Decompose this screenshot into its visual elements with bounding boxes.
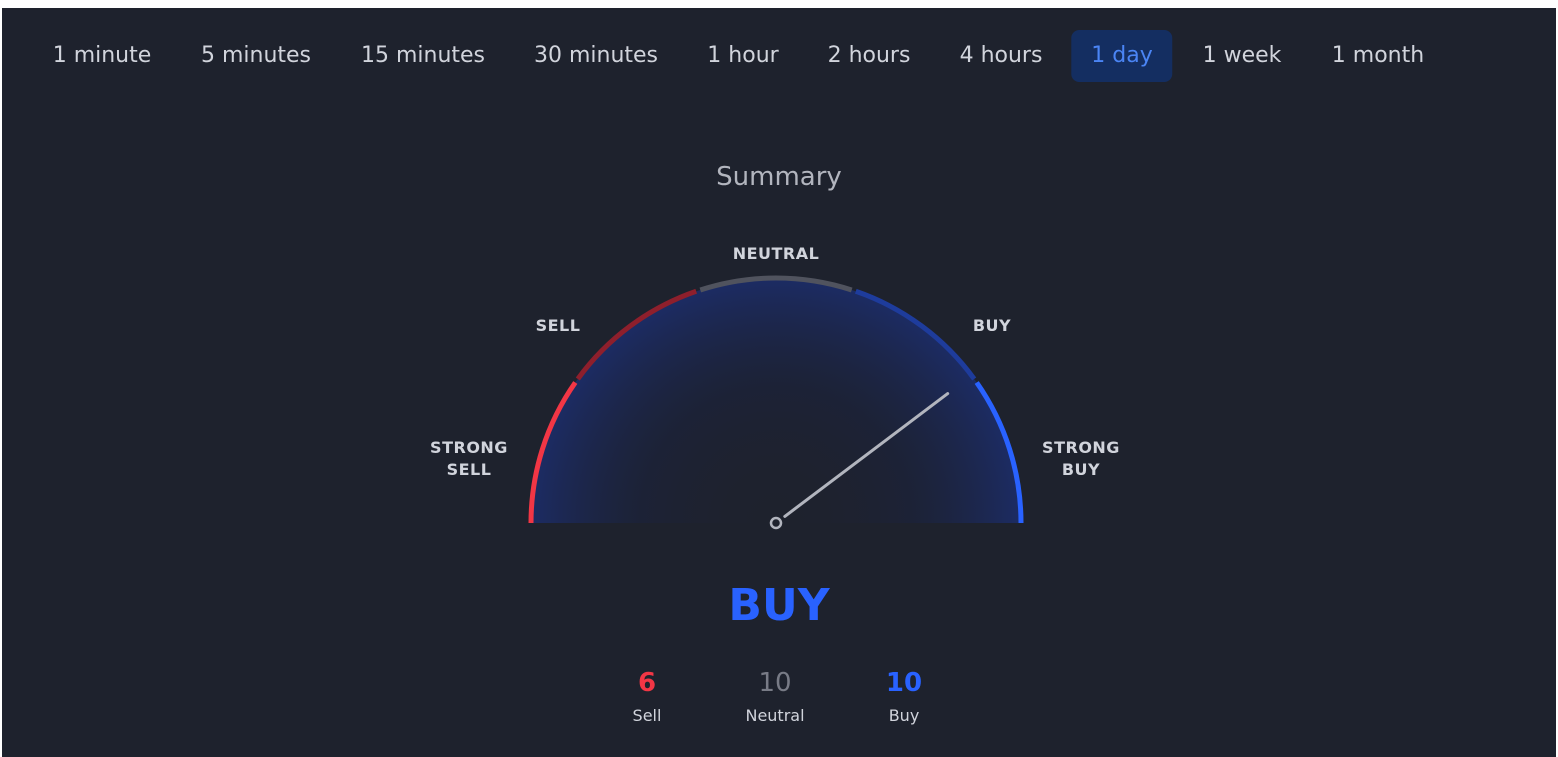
count-sell: 6 Sell — [633, 666, 662, 728]
zone-label-neutral: NEUTRAL — [732, 244, 820, 263]
count-buy-label: Buy — [888, 706, 920, 725]
count-neutral-label: Neutral — [745, 706, 805, 725]
technical-summary-panel: 1 minute 5 minutes 15 minutes 30 minutes… — [2, 8, 1556, 757]
zone-label-strong-sell: STRONG SELL — [430, 438, 508, 479]
zone-label-sell: SELL — [535, 316, 581, 335]
count-neutral-value: 10 — [758, 668, 792, 698]
gauge-needle-pivot — [769, 516, 783, 530]
zone-label-strong-buy: STRONG BUY — [1042, 438, 1120, 479]
count-buy-value: 10 — [885, 668, 923, 698]
count-sell-label: Sell — [632, 706, 662, 725]
count-sell-value: 6 — [637, 668, 657, 698]
count-neutral: 10 Neutral — [745, 666, 804, 728]
summary-gauge — [528, 275, 1024, 530]
signal-counts: 6 Sell 10 Neutral 10 Buy — [2, 666, 1556, 736]
count-buy: 10 Buy — [886, 666, 922, 728]
summary-verdict: BUY — [728, 580, 830, 631]
zone-label-buy: BUY — [972, 316, 1012, 335]
gauge-fill — [531, 278, 1021, 523]
